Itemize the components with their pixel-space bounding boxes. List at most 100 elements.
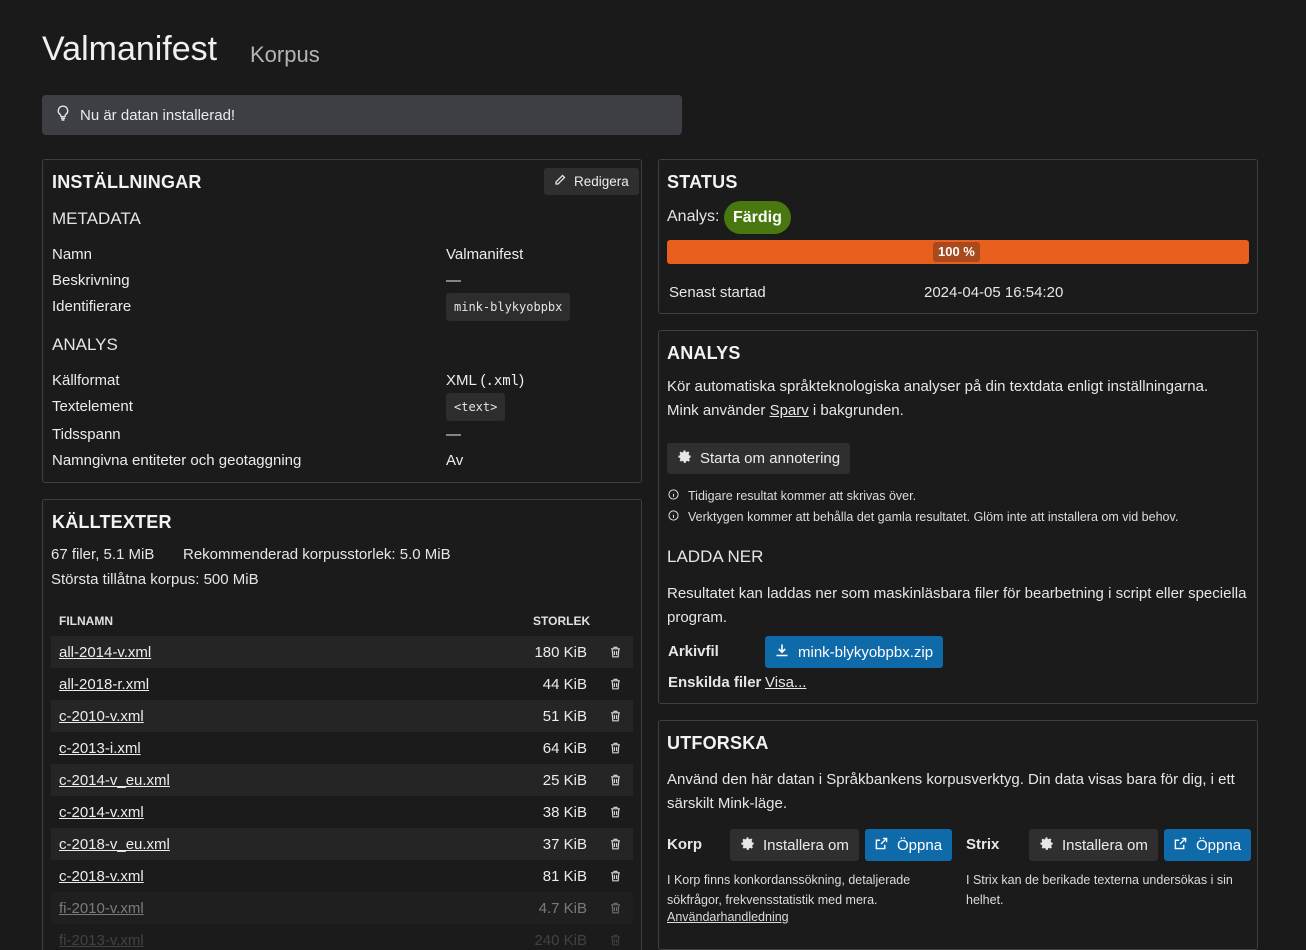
sparv-suffix: i bakgrunden. <box>808 402 904 419</box>
page-subtitle: Korpus <box>250 42 320 67</box>
sparv-link[interactable]: Sparv <box>770 402 809 419</box>
file-size: 180 KiB <box>534 643 587 661</box>
korp-manual-link[interactable]: Användarhandledning <box>667 910 789 924</box>
pencil-icon <box>554 174 566 189</box>
file-size: 25 KiB <box>542 771 587 789</box>
table-row: c-2018-v_eu.xml 37 KiB <box>51 828 633 860</box>
table-row: fi-2013-v.xml 240 KiB <box>51 924 633 950</box>
gear-icon <box>677 449 692 468</box>
explore-description: Använd den här datan i Språkbankens korp… <box>667 771 1235 812</box>
file-name-link[interactable]: c-2010-v.xml <box>59 708 144 725</box>
column-header-filename[interactable]: FILNAMN <box>59 614 113 628</box>
analysis-label-ner: Namngivna entiteter och geotaggning <box>52 452 302 469</box>
strix-description: I Strix kan de berikade texterna undersö… <box>966 873 1233 907</box>
info-icon <box>668 510 679 524</box>
metadata-label-name: Namn <box>52 246 93 263</box>
metadata-label-description: Beskrivning <box>52 272 130 289</box>
analysis-label-timespan: Tidsspann <box>52 426 121 443</box>
analysis-value-ner: Av <box>446 452 464 469</box>
trash-icon[interactable] <box>610 901 621 918</box>
file-size: 4.7 KiB <box>538 899 587 917</box>
metadata-title: METADATA <box>52 209 141 228</box>
strix-open-label: Öppna <box>1196 836 1242 854</box>
strix-open-button[interactable]: Öppna <box>1164 829 1252 861</box>
download-icon <box>775 643 789 661</box>
format-suffix: ) <box>519 372 525 389</box>
table-row: c-2013-i.xml 64 KiB <box>51 732 633 764</box>
download-archive-button[interactable]: mink-blykyobpbx.zip <box>765 636 944 668</box>
edit-button[interactable]: Redigera <box>544 168 639 195</box>
file-count: 67 filer, 5.1 MiB <box>51 546 155 563</box>
analysis-label-format: Källformat <box>52 372 120 389</box>
file-size: 37 KiB <box>542 835 587 853</box>
trash-icon[interactable] <box>610 805 621 822</box>
success-alert: Nu är datan installerad! <box>42 95 682 135</box>
file-name-link[interactable]: all-2018-r.xml <box>59 676 149 693</box>
restart-annotation-button[interactable]: Starta om annotering <box>667 443 851 474</box>
analysis-value-text-element: <text> <box>446 393 506 421</box>
analysis-settings-title: ANALYS <box>52 335 118 354</box>
download-title: LADDA NER <box>667 547 764 566</box>
archive-filename: mink-blykyobpbx.zip <box>798 643 934 661</box>
trash-icon[interactable] <box>610 741 621 758</box>
file-size: 81 KiB <box>542 867 587 885</box>
edit-button-label: Redigera <box>574 174 629 189</box>
korp-label: Korp <box>667 836 702 853</box>
archive-label: Arkivfil <box>668 643 719 660</box>
note-overwrite-text: Tidigare resultat kommer att skrivas öve… <box>688 489 917 503</box>
metadata-value-name: Valmanifest <box>446 246 524 263</box>
table-row: c-2018-v.xml 81 KiB <box>51 860 633 892</box>
table-row: c-2014-v_eu.xml 25 KiB <box>51 764 633 796</box>
file-name-link[interactable]: fi-2010-v.xml <box>59 900 144 917</box>
restart-annotation-label: Starta om annotering <box>700 450 841 467</box>
analysis-label-text-element: Textelement <box>52 398 133 415</box>
strix-reinstall-label: Installera om <box>1062 836 1148 854</box>
last-started-label: Senast startad <box>669 284 766 301</box>
file-name-link[interactable]: c-2014-v.xml <box>59 804 144 821</box>
format-extension: .xml <box>485 373 520 389</box>
korp-open-label: Öppna <box>897 836 943 854</box>
file-name-link[interactable]: c-2018-v_eu.xml <box>59 836 170 853</box>
korp-open-button[interactable]: Öppna <box>865 829 953 861</box>
trash-icon[interactable] <box>610 837 621 854</box>
korp-reinstall-label: Installera om <box>763 836 849 854</box>
page-title: Valmanifest <box>42 30 218 68</box>
trash-icon[interactable] <box>610 869 621 886</box>
settings-title: INSTÄLLNINGAR <box>52 172 202 192</box>
view-single-files-link[interactable]: Visa... <box>765 674 806 691</box>
analysis-title: ANALYS <box>667 343 741 363</box>
analysis-value-timespan: — <box>446 426 461 443</box>
status-analysis-label: Analys: <box>667 208 720 225</box>
table-row: c-2014-v.xml 38 KiB <box>51 796 633 828</box>
last-started-value: 2024-04-05 16:54:20 <box>924 284 1064 301</box>
file-name-link[interactable]: fi-2013-v.xml <box>59 932 144 949</box>
file-size: 240 KiB <box>534 931 587 949</box>
settings-panel <box>42 159 642 483</box>
table-row: all-2018-r.xml 44 KiB <box>51 668 633 700</box>
table-row: all-2014-v.xml 180 KiB <box>51 636 633 668</box>
file-name-link[interactable]: c-2014-v_eu.xml <box>59 772 170 789</box>
metadata-value-description: — <box>446 272 461 289</box>
strix-reinstall-button[interactable]: Installera om <box>1029 829 1158 861</box>
note-reinstall: Verktygen kommer att behålla det gamla r… <box>668 510 1178 524</box>
trash-icon[interactable] <box>610 645 621 662</box>
column-header-size[interactable]: STORLEK <box>533 614 590 628</box>
explore-title: UTFORSKA <box>667 733 769 753</box>
file-name-link[interactable]: c-2018-v.xml <box>59 868 144 885</box>
single-files-label: Enskilda filer <box>668 674 762 691</box>
file-name-link[interactable]: c-2013-i.xml <box>59 740 141 757</box>
sparv-prefix: Mink använder <box>667 402 770 419</box>
trash-icon[interactable] <box>610 709 621 726</box>
trash-icon[interactable] <box>610 933 621 950</box>
trash-icon[interactable] <box>610 773 621 790</box>
analysis-description-sparv: Mink använder Sparv i bakgrunden. <box>667 402 904 419</box>
alert-text: Nu är datan installerad! <box>80 106 236 124</box>
format-text: XML ( <box>446 372 486 389</box>
analysis-value-format: XML (.xml) <box>446 372 524 389</box>
file-name-link[interactable]: all-2014-v.xml <box>59 644 151 661</box>
gear-icon <box>1039 836 1054 855</box>
korp-reinstall-button[interactable]: Installera om <box>730 829 859 861</box>
trash-icon[interactable] <box>610 677 621 694</box>
note-overwrite: Tidigare resultat kommer att skrivas öve… <box>668 489 916 503</box>
recommended-size: Rekommenderad korpusstorlek: 5.0 MiB <box>183 546 451 563</box>
